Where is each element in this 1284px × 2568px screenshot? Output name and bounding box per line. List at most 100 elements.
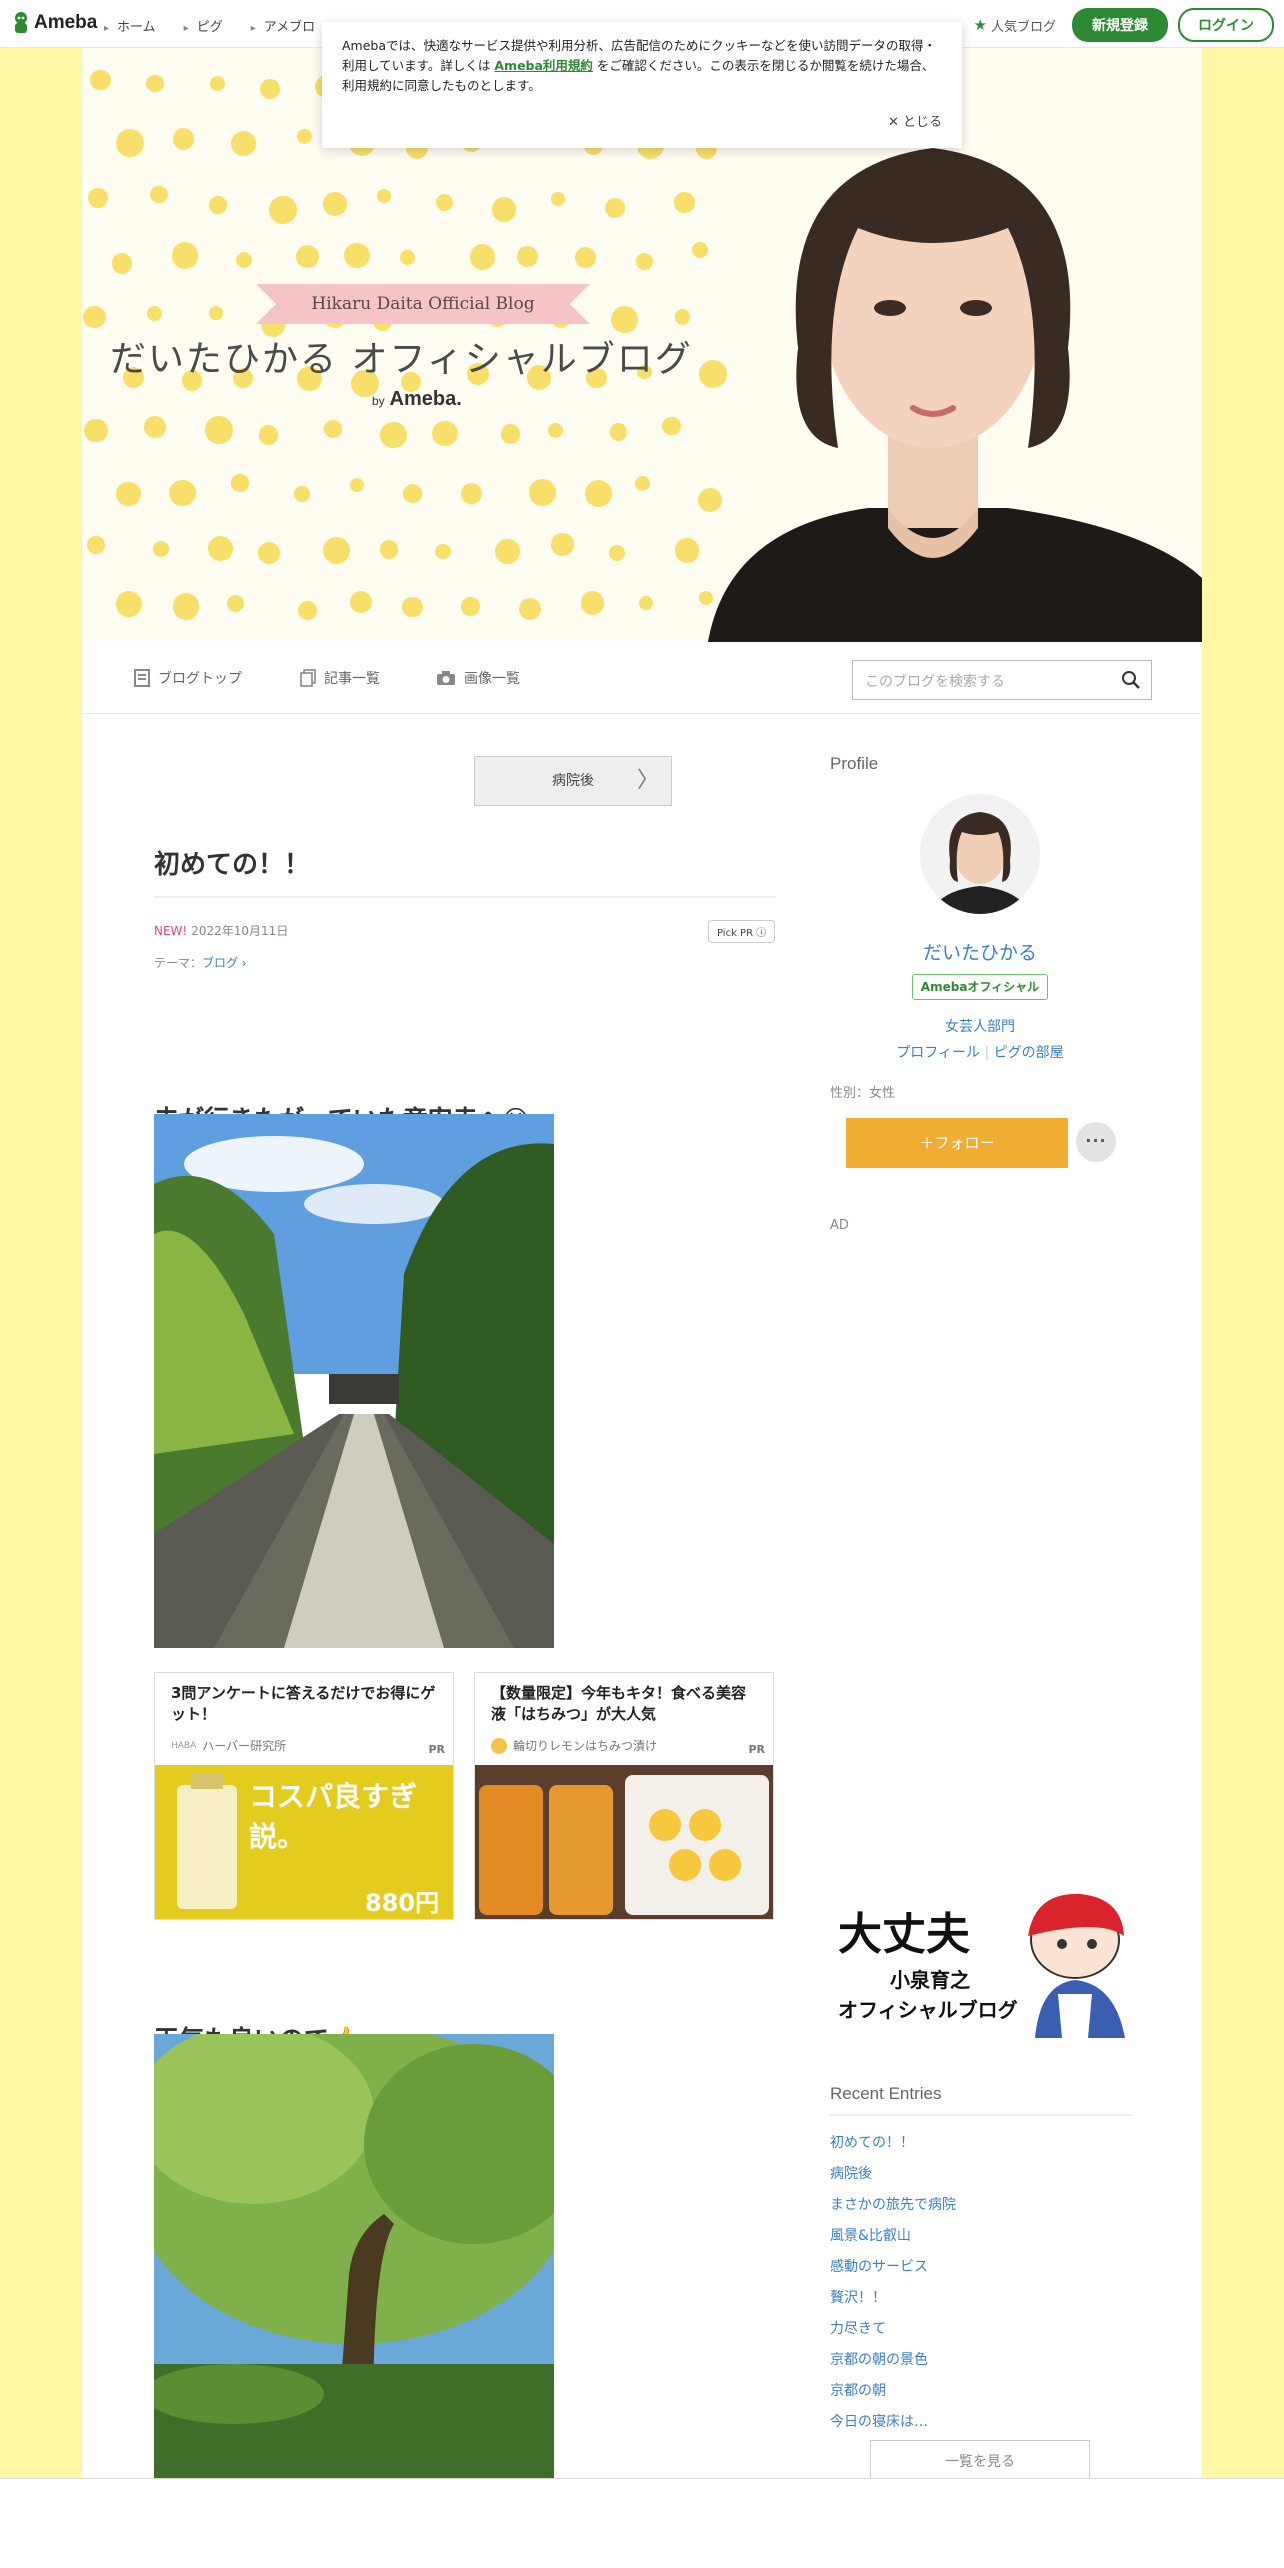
polka-dot (376, 189, 391, 204)
polka-dot (402, 596, 423, 618)
recent-entry-link[interactable]: まさかの旅先で病院 (830, 2194, 956, 2214)
polka-dot (432, 420, 459, 447)
follow-button[interactable]: ＋フォロー (846, 1118, 1068, 1168)
ad-image: コスパ良すぎ説。 880円 (155, 1765, 453, 1919)
polka-dot (491, 197, 517, 222)
pig-room-link[interactable]: ピグの部屋 (994, 1045, 1064, 1061)
author-portrait (708, 148, 1202, 642)
ad-source-name: ハーバー研究所 (202, 1739, 287, 1753)
polka-dot (226, 594, 245, 613)
search-icon[interactable] (1121, 670, 1141, 690)
image-list-label: 画像一覧 (464, 671, 520, 687)
temple-path-photo[interactable] (154, 1114, 554, 1648)
nav-ameblo-link[interactable]: アメブロ (251, 16, 315, 35)
pr-badge: PR (428, 1743, 445, 1756)
profile-links: プロフィール | ピグの部屋 (830, 1042, 1130, 1062)
polka-dot (208, 306, 223, 321)
recent-entry-link[interactable]: 力尽きて (830, 2318, 886, 2338)
blog-search-input[interactable]: このブログを検索する (852, 660, 1152, 700)
polka-dot (111, 253, 133, 274)
polka-dot (146, 75, 164, 93)
popular-blog-link[interactable]: ★ 人気ブログ (974, 16, 1056, 35)
maple-tree-photo[interactable] (154, 2034, 554, 2478)
article-list-link[interactable]: 記事一覧 (300, 668, 380, 688)
polka-dot (150, 185, 168, 204)
login-button[interactable]: ログイン (1178, 8, 1274, 42)
article-meta: NEW! 2022年10月11日 (154, 922, 288, 939)
polka-dot (634, 475, 651, 492)
polka-dot (205, 416, 233, 444)
image-list-link[interactable]: 画像一覧 (436, 668, 520, 688)
polka-dot (380, 421, 408, 449)
polka-dot (207, 535, 233, 561)
recent-entry-link[interactable]: 病院後 (830, 2163, 872, 2183)
blog-ribbon: Hikaru Daita Official Blog (256, 284, 590, 324)
polka-dot (258, 425, 278, 445)
cookie-close-label: とじる (902, 115, 942, 131)
search-placeholder: このブログを検索する (865, 674, 1005, 690)
polka-dot (231, 474, 249, 492)
avatar[interactable] (920, 794, 1040, 914)
recent-entry-link[interactable]: 京都の朝の景色 (830, 2349, 928, 2369)
sidebar-banner-ad[interactable]: 大丈夫 小泉育之 オフィシャルブログ (830, 1884, 1132, 2038)
side-ad-text1: 大丈夫 (838, 1909, 970, 1960)
recent-entry-link[interactable]: 贅沢！！ (830, 2287, 886, 2307)
profile-link[interactable]: プロフィール (896, 1045, 980, 1061)
polka-dot (116, 129, 145, 158)
polka-dot (516, 245, 538, 267)
recent-entry-link[interactable]: 感動のサービス (830, 2256, 928, 2276)
article-list-label: 記事一覧 (324, 671, 380, 687)
article-title[interactable]: 初めての！！ (154, 844, 310, 881)
polka-dot (171, 242, 199, 269)
polka-dot (435, 193, 453, 211)
polka-dot (400, 249, 416, 265)
register-button[interactable]: 新規登録 (1072, 8, 1168, 42)
terms-link[interactable]: Ameba利用規約 (494, 58, 593, 73)
logo-text: Ameba (34, 12, 98, 33)
more-options-button[interactable]: ··· (1076, 1122, 1116, 1162)
recent-entry-link[interactable]: 京都の朝 (830, 2380, 886, 2400)
nav-pigg-link[interactable]: ピグ (184, 16, 223, 35)
polka-dot (344, 242, 370, 269)
blog-top-link[interactable]: ブログトップ (134, 668, 242, 688)
recent-entry-link[interactable]: 初めての！！ (830, 2132, 914, 2152)
recent-entry-link[interactable]: 風景&比叡山 (830, 2225, 911, 2245)
nav-home-link[interactable]: ホーム (104, 16, 156, 35)
title-divider (154, 896, 776, 898)
cookie-close-button[interactable]: ✕ とじる (888, 113, 942, 134)
polka-dot (116, 591, 143, 618)
prev-article-button[interactable]: 病院後 〉 (474, 756, 672, 806)
theme-link[interactable]: ブログ (202, 956, 238, 970)
ad-card-honey-lemon[interactable]: 【数量限定】今年もキタ！食べる美容液「はちみつ」が大人気 輪切りレモンはちみつ漬… (474, 1672, 774, 1920)
ad-source-name: 輪切りレモンはちみつ漬け (513, 1739, 658, 1753)
recent-entry-link[interactable]: 今日の寝床は… (830, 2411, 928, 2431)
document-icon (134, 669, 150, 687)
new-badge: NEW! (154, 924, 188, 938)
pick-pr-button[interactable]: Pick PR ⓘ (708, 920, 776, 943)
polka-dot (144, 416, 166, 438)
ameba-logo[interactable]: Ameba (12, 11, 97, 35)
polka-dot (585, 479, 613, 507)
polka-dot (89, 69, 111, 91)
ad-image (475, 1765, 773, 1919)
by-ameba: by Ameba. (372, 388, 462, 411)
article-date: 2022年10月11日 (191, 924, 289, 938)
ad-card-haba[interactable]: 3問アンケートに答えるだけでお得にゲット！ HABA ハーバー研究所 PR コスパ… (154, 1672, 454, 1920)
polka-dot (529, 479, 556, 506)
ad-source: 輪切りレモンはちみつ漬け (475, 1731, 773, 1760)
polka-dot (611, 305, 639, 333)
category-link[interactable]: 女芸人部門 (830, 1016, 1130, 1036)
polka-dot (322, 191, 348, 217)
blog-nav: ブログトップ 記事一覧 画像一覧 このブログを検索する (82, 642, 1202, 714)
polka-dot (235, 251, 253, 268)
polka-dot (230, 130, 256, 156)
star-icon: ★ (973, 16, 987, 34)
polka-dot (349, 477, 364, 493)
prev-article-label: 病院後 (552, 773, 594, 789)
brand-logo-icon (491, 1737, 507, 1754)
polka-dot (208, 196, 227, 214)
profile-name[interactable]: だいたひかる (830, 938, 1130, 965)
polka-dot (548, 422, 564, 438)
pr-badge: PR (748, 1743, 765, 1756)
camera-icon (437, 671, 455, 685)
